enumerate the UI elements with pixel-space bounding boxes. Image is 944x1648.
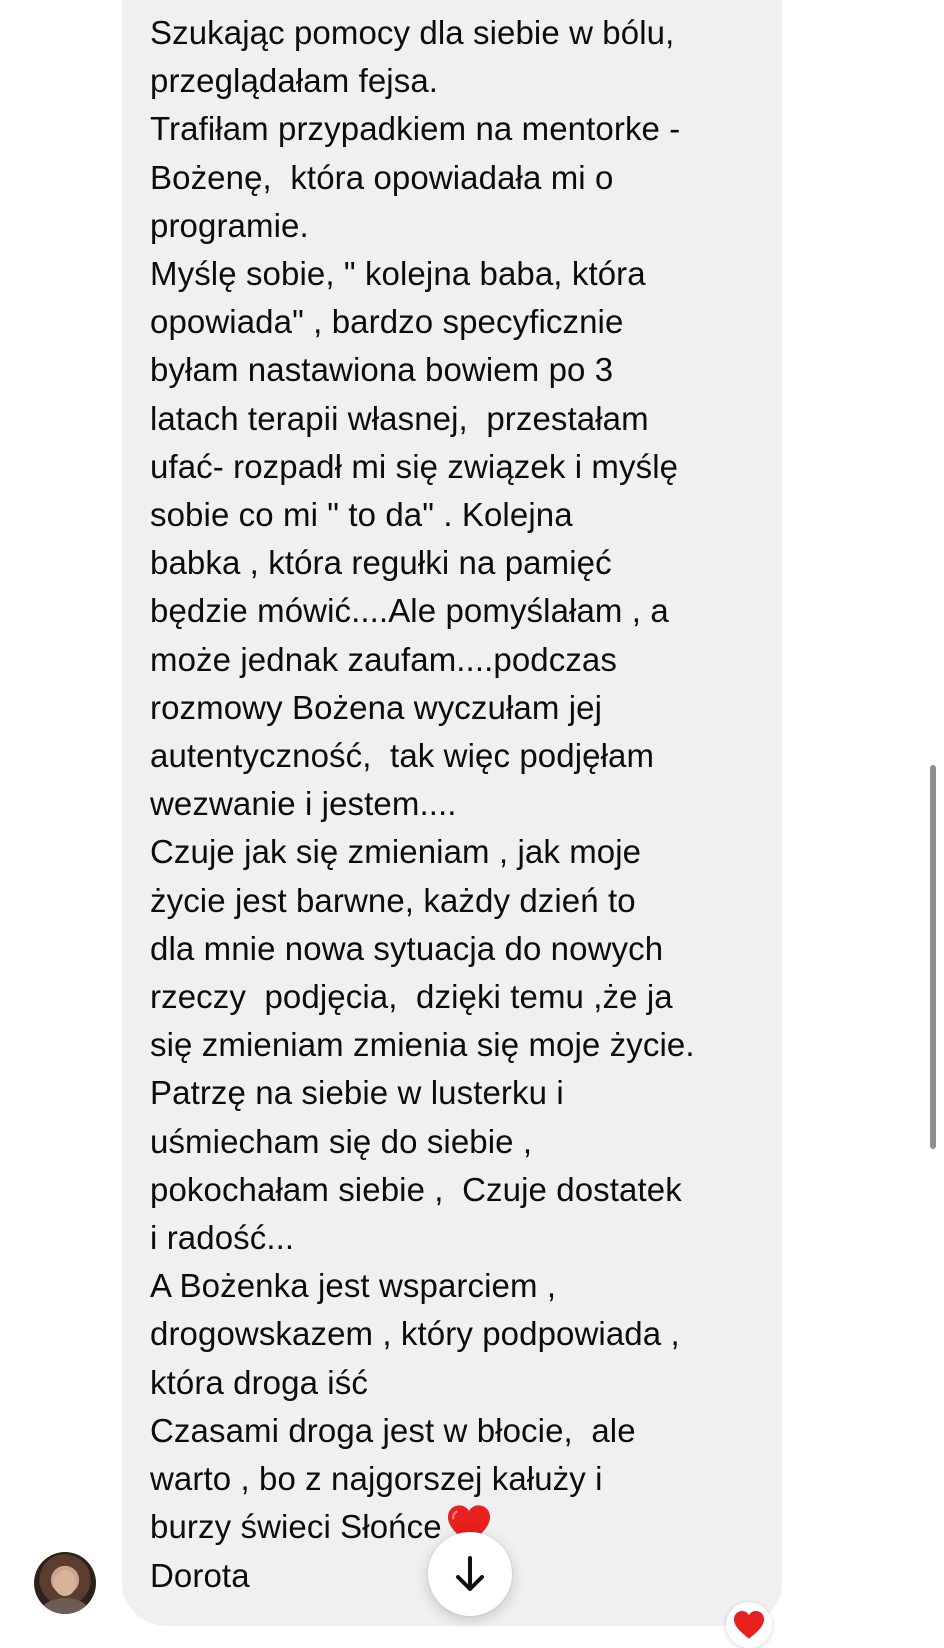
- message-line: babka , która regułki na pamięć: [150, 544, 612, 582]
- scroll-to-bottom-button[interactable]: [428, 1532, 512, 1616]
- message-line: życie jest barwne, każdy dzień to: [150, 881, 636, 919]
- message-line: która droga iść: [150, 1363, 368, 1401]
- arrow-down-icon: [456, 1556, 484, 1591]
- message-line: wezwanie i jestem....: [150, 785, 457, 823]
- message-line: opowiada" , bardzo specyficznie: [150, 303, 624, 341]
- message-line: Czuje jak się zmieniam , jak moje: [150, 833, 642, 871]
- message-line: A Bożenka jest wsparciem ,: [150, 1267, 557, 1305]
- message-line: uśmiecham się do siebie ,: [150, 1122, 533, 1160]
- message-line: byłam nastawiona bowiem po 3: [150, 351, 614, 389]
- sender-avatar[interactable]: [34, 1552, 96, 1614]
- message-line: będzie mówić....Ale pomyślałam , a: [150, 592, 669, 630]
- message-reaction[interactable]: [726, 1602, 772, 1648]
- message-line: Czasami droga jest w błocie, ale: [150, 1411, 636, 1449]
- message-line: programie.: [150, 206, 309, 244]
- message-line: ufać- rozpadł mi się związek i myślę: [150, 447, 679, 485]
- message-line: Myślę sobie, " kolejna baba, która: [150, 255, 646, 293]
- message-line: latach terapii własnej, przestałam: [150, 399, 649, 437]
- message-line: warto , bo z najgorszej kałuży i: [150, 1460, 603, 1498]
- message-line: autentyczność, tak więc podjęłam: [150, 737, 655, 775]
- message-line: drogowskazem , który podpowiada ,: [150, 1315, 680, 1353]
- message-line: może jednak zaufam....podczas: [150, 640, 617, 678]
- message-line: Bożenę, która opowiadała mi o: [150, 158, 614, 196]
- message-line: dla mnie nowa sytuacja do nowych: [150, 929, 664, 967]
- message-text: Szukając pomocy dla siebie w bólu, przeg…: [150, 9, 775, 1600]
- message-line: Szukając pomocy dla siebie w bólu,: [150, 14, 675, 51]
- message-line-text: burzy świeci Słońce: [150, 1508, 442, 1546]
- message-line: Trafiłam przypadkiem na mentorke -: [150, 110, 681, 148]
- avatar-face: [54, 1570, 76, 1596]
- avatar-shirt: [40, 1598, 90, 1614]
- message-line: przeglądałam fejsa.: [150, 62, 439, 100]
- message-line: rzeczy podjęcia, dzięki temu ,że ja: [150, 978, 673, 1016]
- message-line: rozmowy Bożena wyczułam jej: [150, 688, 603, 726]
- message-line: sobie co mi " to da" . Kolejna: [150, 496, 573, 534]
- message-line: się zmieniam zmienia się moje życie.: [150, 1026, 695, 1064]
- scrollbar-thumb[interactable]: [930, 765, 936, 1149]
- message-line: Patrzę na siebie w lusterku i: [150, 1074, 564, 1112]
- heart-icon: [734, 1611, 764, 1639]
- message-line: i radość...: [150, 1219, 295, 1257]
- message-line: pokochałam siebie , Czuje dostatek: [150, 1170, 682, 1208]
